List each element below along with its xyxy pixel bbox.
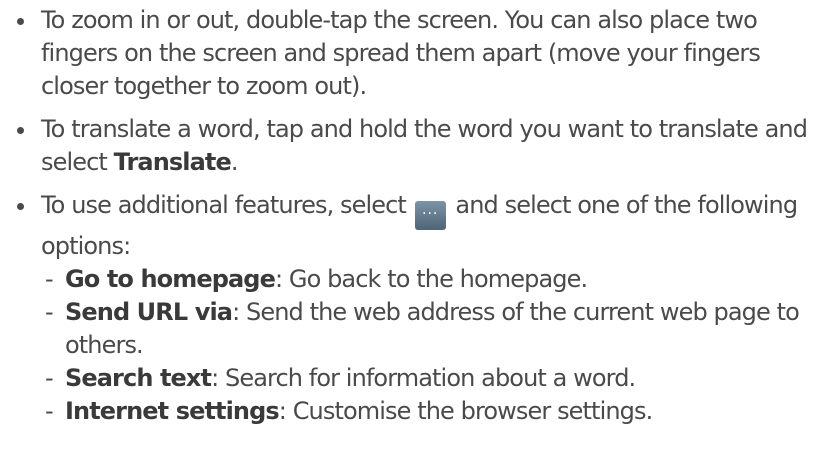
option-desc: : Go back to the homepage. [274,265,588,293]
translate-text-after: . [230,148,239,176]
dash-marker: - [45,265,54,293]
options-list: - Go to homepage: Go back to the homepag… [41,263,816,428]
option-search-text: - Search text: Search for information ab… [41,362,816,395]
manual-page: To zoom in or out, double-tap the screen… [0,0,826,470]
option-term: Internet settings [65,397,280,425]
bullet-translate: To translate a word, tap and hold the wo… [12,113,816,179]
option-term: Send URL via [65,298,233,326]
dash-marker: - [45,364,54,392]
zoom-text: To zoom in or out, double-tap the screen… [41,6,761,100]
dash-marker: - [45,397,54,425]
bullet-features: To use additional features, select ··· a… [12,189,816,428]
option-term: Go to homepage [65,265,276,293]
bullet-zoom: To zoom in or out, double-tap the screen… [12,4,816,103]
dash-marker: - [45,298,54,326]
option-send-url-via: - Send URL via: Send the web address of … [41,296,816,362]
features-text-before: To use additional features, select [41,191,413,219]
translate-option-label: Translate [113,148,232,176]
option-desc: : Customise the browser settings. [278,397,653,425]
option-desc: : Search for information about a word. [211,364,636,392]
option-go-to-homepage: - Go to homepage: Go back to the homepag… [41,263,816,296]
option-term: Search text [65,364,212,392]
option-internet-settings: - Internet settings: Customise the brows… [41,395,816,428]
more-menu-icon: ··· [414,201,446,230]
